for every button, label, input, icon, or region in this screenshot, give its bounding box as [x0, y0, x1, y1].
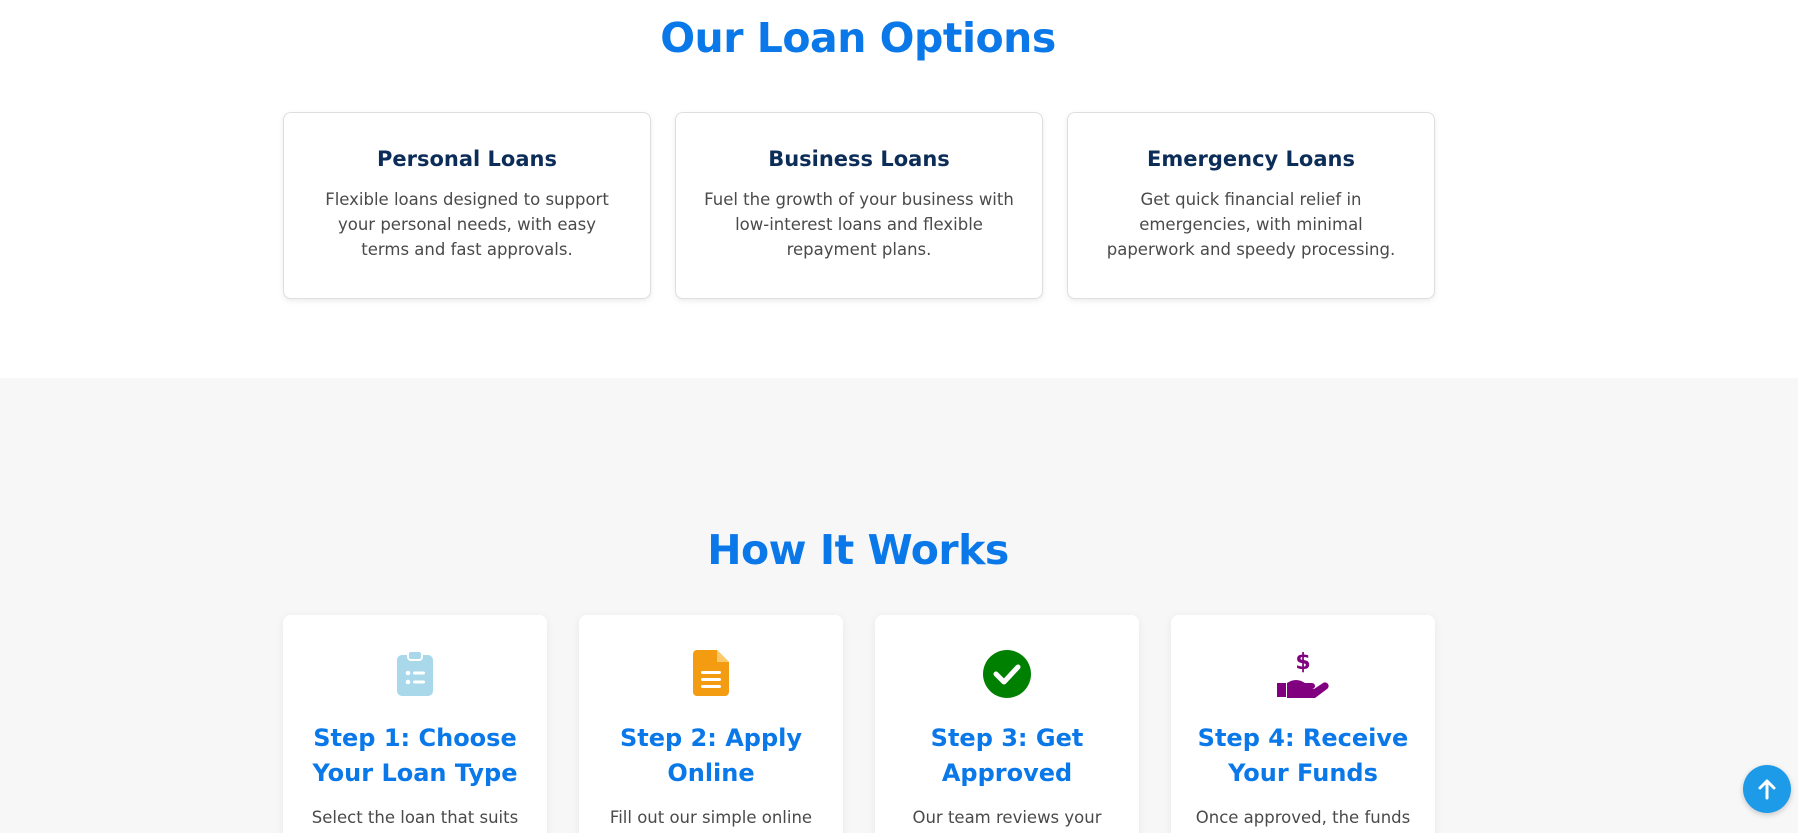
loan-options-section: Our Loan Options Personal Loans Flexible…	[0, 0, 1798, 378]
step-text: Fill out our simple online	[609, 808, 813, 827]
loan-card-title: Personal Loans	[377, 147, 557, 171]
loan-card-text: Fuel the growth of your business with lo…	[704, 190, 1014, 259]
loan-card-text: Get quick financial relief in emergencie…	[1106, 190, 1396, 259]
svg-text:$: $	[1295, 650, 1310, 675]
step-text: Select the loan that suits	[311, 808, 519, 827]
step-text: Our team reviews your	[912, 808, 1102, 827]
loan-card-title: Emergency Loans	[1147, 147, 1355, 171]
check-circle-icon	[875, 649, 1139, 699]
file-lines-icon	[579, 649, 843, 699]
clipboard-list-icon	[283, 649, 547, 699]
loan-card-personal: Personal Loans Flexible loans designed t…	[283, 112, 651, 299]
step-title: Step 2: Apply Online	[619, 724, 803, 787]
loan-card-business: Business Loans Fuel the growth of your b…	[675, 112, 1043, 299]
scroll-to-top-button[interactable]	[1743, 765, 1791, 813]
loan-card-text: Flexible loans designed to support your …	[325, 190, 609, 259]
loan-options-title: Our Loan Options	[660, 14, 1056, 62]
step-title: Step 1: Choose Your Loan Type	[312, 724, 518, 787]
loan-card-title: Business Loans	[768, 147, 950, 171]
how-it-works-title: How It Works	[707, 526, 1009, 574]
step-title: Step 3: Get Approved	[930, 724, 1084, 787]
how-it-works-section: How It Works Step 1: Choose Your Loan Ty…	[0, 378, 1798, 833]
step-card-1: Step 1: Choose Your Loan Type Select the…	[283, 615, 547, 833]
arrow-up-icon	[1758, 779, 1776, 800]
hand-holding-dollar-icon: $	[1171, 649, 1435, 699]
step-card-4: $ Step 4: Receive Your Funds Once approv…	[1171, 615, 1435, 833]
step-card-2: Step 2: Apply Online Fill out our simple…	[579, 615, 843, 833]
step-title: Step 4: Receive Your Funds	[1197, 724, 1409, 787]
step-card-3: Step 3: Get Approved Our team reviews yo…	[875, 615, 1139, 833]
loan-card-emergency: Emergency Loans Get quick financial reli…	[1067, 112, 1435, 299]
step-text: Once approved, the funds	[1195, 808, 1411, 827]
